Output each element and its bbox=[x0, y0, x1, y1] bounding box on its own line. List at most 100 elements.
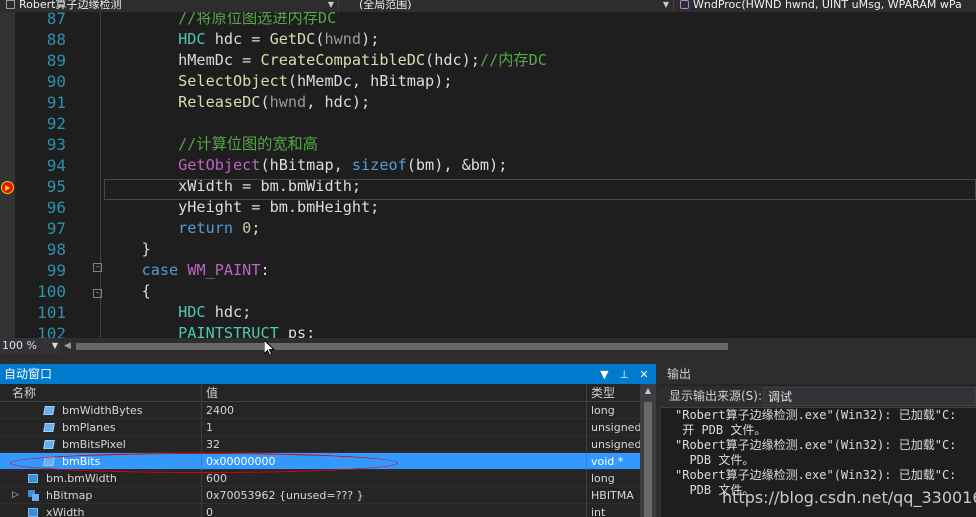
autos-name-cell[interactable]: xWidth bbox=[0, 504, 202, 517]
code-line[interactable]: 91 ReleaseDC(hwnd, hdc); bbox=[0, 92, 976, 113]
autos-value-cell[interactable]: 2400 bbox=[202, 402, 587, 419]
output-source-bar: 显示输出来源(S): 调试 bbox=[661, 386, 976, 408]
autos-value-cell[interactable]: 600 bbox=[202, 470, 587, 487]
autos-value-cell[interactable]: 0 bbox=[202, 504, 587, 517]
code-token: hdc; bbox=[205, 303, 252, 321]
autos-value-cell[interactable]: 32 bbox=[202, 436, 587, 453]
scroll-left-icon[interactable]: ◀ bbox=[64, 338, 71, 354]
autos-name-cell[interactable]: ▷ hBitmap bbox=[0, 487, 202, 504]
column-name-header[interactable]: 名称 bbox=[0, 384, 202, 402]
autos-type-cell: int bbox=[591, 506, 606, 517]
code-token: { bbox=[105, 282, 151, 300]
close-icon[interactable]: ✕ bbox=[636, 365, 652, 385]
line-number: 98 bbox=[46, 240, 66, 259]
line-number: 87 bbox=[46, 12, 66, 28]
line-number: 92 bbox=[46, 114, 66, 133]
line-number: 94 bbox=[46, 156, 66, 175]
autos-name-cell[interactable]: bmBitsPixel bbox=[0, 436, 202, 453]
scope-dropdown[interactable]: (全局范围) ▼ bbox=[339, 0, 674, 12]
line-number: 88 bbox=[46, 30, 66, 49]
code-token: (bm), &bm); bbox=[406, 156, 508, 174]
code-token: (hBitmap, bbox=[260, 156, 352, 174]
output-title[interactable]: 输出 bbox=[661, 364, 976, 384]
column-value-header[interactable]: 值 bbox=[202, 384, 587, 402]
code-line[interactable]: 87 //将原位图选进内存DC bbox=[0, 12, 976, 29]
autos-window: 自动窗口 ▼ ⊥ ✕ 名称 值 类型 bmWidthBytes 2400 long b… bbox=[0, 364, 656, 517]
code-line[interactable]: 94 GetObject(hBitmap, sizeof(bm), &bm); bbox=[0, 155, 976, 176]
code-text: PAINTSTRUCT ps; bbox=[105, 323, 315, 338]
code-token: //计算位图的宽和高 bbox=[105, 135, 318, 153]
code-token: SelectObject bbox=[105, 72, 288, 90]
chevron-down-icon: ▼ bbox=[51, 341, 58, 350]
code-token: sizeof bbox=[351, 156, 407, 174]
code-line[interactable]: 96 yHeight = bm.bmHeight; bbox=[0, 197, 976, 218]
column-type-header[interactable]: 类型 bbox=[587, 384, 640, 402]
autos-name-text: bm.bmWidth bbox=[46, 472, 117, 485]
breakpoint-next-statement-icon[interactable] bbox=[1, 181, 14, 194]
zoom-label: 100 % bbox=[2, 339, 37, 352]
autos-type-cell: long bbox=[591, 472, 615, 485]
autos-row[interactable]: xWidth 0 int bbox=[0, 504, 640, 517]
code-text: ReleaseDC(hwnd, hdc); bbox=[105, 92, 370, 113]
function-label: WndProc(HWND hwnd, UINT uMsg, WPARAM wPa bbox=[693, 0, 962, 11]
function-icon bbox=[680, 0, 689, 9]
pin-icon[interactable]: ⊥ bbox=[616, 365, 632, 385]
collapse-icon[interactable]: – bbox=[93, 289, 102, 298]
field-icon bbox=[43, 406, 55, 415]
horizontal-scrollbar-thumb[interactable] bbox=[76, 343, 728, 350]
autos-value-cell[interactable]: 0x00000000 bbox=[202, 453, 587, 470]
code-token: //将原位图选进内存DC bbox=[105, 12, 337, 27]
autos-name-cell[interactable]: bmPlanes bbox=[0, 419, 202, 436]
zoom-dropdown[interactable]: 100 % ▼ bbox=[0, 338, 60, 354]
code-token: //内存DC bbox=[479, 51, 547, 69]
output-source-dropdown[interactable]: 调试 bbox=[763, 387, 976, 406]
code-token: (hMemDc, hBitmap); bbox=[287, 72, 453, 90]
autos-type-cell: void * bbox=[591, 455, 624, 468]
autos-vertical-scrollbar[interactable]: ▲ bbox=[640, 384, 656, 517]
code-line[interactable]: 88 HDC hdc = GetDC(hwnd); bbox=[0, 29, 976, 50]
function-dropdown[interactable]: WndProc(HWND hwnd, UINT uMsg, WPARAM wPa bbox=[674, 0, 976, 12]
output-line: PDB 文件。 bbox=[675, 453, 755, 467]
code-token: HDC bbox=[105, 303, 206, 321]
autos-row[interactable]: bmBitsPixel 32 unsigned bbox=[0, 436, 640, 453]
code-text: hMemDc = CreateCompatibleDC(hdc);//内存DC bbox=[105, 50, 547, 71]
code-line[interactable]: 100 { bbox=[0, 281, 976, 302]
autos-row[interactable]: bmWidthBytes 2400 long bbox=[0, 402, 640, 419]
autos-name-cell[interactable]: bm.bmWidth bbox=[0, 470, 202, 487]
autos-scrollbar-thumb[interactable] bbox=[644, 402, 652, 517]
code-line[interactable]: 99 case WM_PAINT: bbox=[0, 260, 976, 281]
autos-name-text: bmWidthBytes bbox=[62, 404, 143, 417]
line-number: 89 bbox=[46, 51, 66, 70]
collapse-icon[interactable]: – bbox=[93, 263, 102, 272]
code-line[interactable]: 90 SelectObject(hMemDc, hBitmap); bbox=[0, 71, 976, 92]
expand-icon[interactable]: ▷ bbox=[12, 487, 19, 504]
code-editor[interactable]: 87 //将原位图选进内存DC 88 HDC hdc = GetDC(hwnd);… bbox=[0, 12, 976, 338]
autos-name-cell[interactable]: bmBits bbox=[0, 453, 202, 470]
autos-row[interactable]: bmPlanes 1 unsigned bbox=[0, 419, 640, 436]
code-line[interactable]: 89 hMemDc = CreateCompatibleDC(hdc);//内存… bbox=[0, 50, 976, 71]
code-line[interactable]: 102 PAINTSTRUCT ps; bbox=[0, 323, 976, 338]
autos-value-cell[interactable]: 1 bbox=[202, 419, 587, 436]
autos-row[interactable]: ▷ hBitmap 0x70053962 {unused=??? } HBITMA bbox=[0, 487, 640, 504]
autos-name-cell[interactable]: bmWidthBytes bbox=[0, 402, 202, 419]
code-line[interactable]: 98 } bbox=[0, 239, 976, 260]
autos-name-text: bmPlanes bbox=[62, 421, 116, 434]
window-menu-icon[interactable]: ▼ bbox=[596, 365, 612, 385]
autos-value-cell[interactable]: 0x70053962 {unused=??? } bbox=[202, 487, 587, 504]
code-token: 0 bbox=[242, 219, 252, 237]
project-dropdown[interactable]: Robert算子边缘检测 ▼ bbox=[0, 0, 339, 12]
autos-title-bar[interactable]: 自动窗口 ▼ ⊥ ✕ bbox=[0, 364, 656, 384]
code-token: yHeight = bm.bmHeight; bbox=[105, 198, 380, 216]
code-line[interactable]: 101 HDC hdc; bbox=[0, 302, 976, 323]
autos-row[interactable]: bm.bmWidth 600 long bbox=[0, 470, 640, 487]
code-token: hwnd bbox=[324, 30, 362, 48]
code-line[interactable]: 97 return 0; bbox=[0, 218, 976, 239]
code-text: GetObject(hBitmap, sizeof(bm), &bm); bbox=[105, 155, 507, 176]
scroll-up-icon[interactable]: ▲ bbox=[640, 386, 656, 395]
autos-row[interactable]: bmBits 0x00000000 void * bbox=[0, 453, 640, 470]
code-line[interactable]: 92 bbox=[0, 113, 976, 134]
scope-label: (全局范围) bbox=[359, 0, 412, 11]
code-token: } bbox=[105, 240, 151, 258]
code-line[interactable]: 93 //计算位图的宽和高 bbox=[0, 134, 976, 155]
line-number: 93 bbox=[46, 135, 66, 154]
